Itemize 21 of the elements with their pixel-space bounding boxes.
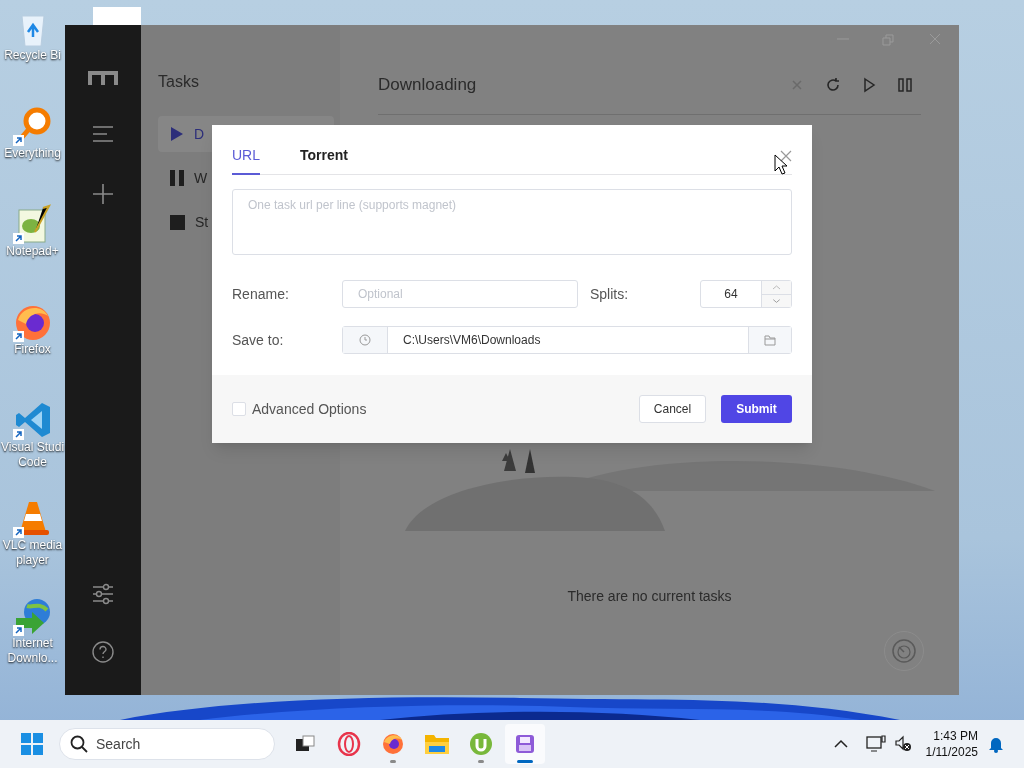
desktop-icon-label: player bbox=[16, 553, 49, 568]
desktop-icon-label: Everything bbox=[4, 146, 61, 161]
desktop-icon-label: Visual Studi bbox=[0, 440, 65, 455]
splits-value: 64 bbox=[723, 286, 739, 303]
desktop-icon-label: Notepad+ bbox=[6, 244, 59, 259]
desktop-icon-label: Internet bbox=[12, 636, 53, 651]
field-label: Save to: bbox=[232, 330, 285, 350]
desktop-icon-label: Recycle Bi bbox=[4, 48, 61, 63]
empty-state-text: There are no current tasks bbox=[567, 587, 732, 606]
page-title: Downloading bbox=[378, 74, 478, 97]
panel-title: Tasks bbox=[158, 72, 200, 92]
task-filter-label: D bbox=[194, 124, 205, 144]
desktop-icon-label: VLC media bbox=[2, 538, 63, 553]
desktop-icon-label: Code bbox=[18, 455, 47, 470]
desktop-icon-label: Downlo... bbox=[7, 651, 58, 666]
field-label: Splits: bbox=[590, 284, 630, 304]
desktop-icon-label: Firefox bbox=[14, 342, 51, 357]
field-label: Rename: bbox=[232, 284, 290, 304]
save-path-value: C:\Users\VM6\Downloads bbox=[402, 332, 542, 349]
task-filter-label: W bbox=[194, 168, 208, 188]
task-filter-label: St bbox=[195, 212, 209, 232]
